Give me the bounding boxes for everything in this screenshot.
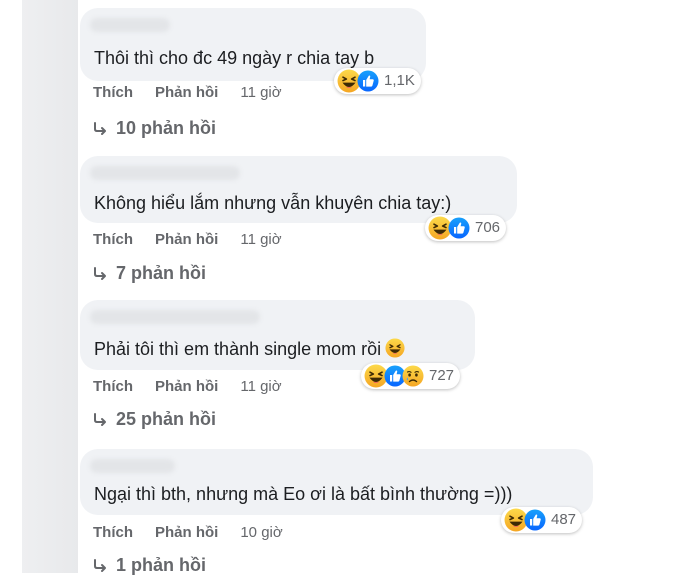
comment-item: Thôi thì cho đc 49 ngày r chia tay b 1,1… xyxy=(80,8,700,138)
reply-action[interactable]: Phản hồi xyxy=(155,524,218,541)
reaction-count: 1,1K xyxy=(384,72,415,89)
reaction-summary[interactable]: 727 xyxy=(361,363,461,389)
comment-item: Phải tôi thì em thành single mom rồi 727… xyxy=(80,300,700,429)
reaction-summary[interactable]: 487 xyxy=(501,507,583,533)
timestamp[interactable]: 11 giờ xyxy=(240,84,281,101)
blurred-author-name xyxy=(90,310,260,324)
replies-count-label: 10 phản hồi xyxy=(116,118,217,138)
comment-item: Không hiểu lắm nhưng vẫn khuyên chia tay… xyxy=(80,156,700,283)
reaction-summary[interactable]: 1,1K xyxy=(334,68,421,94)
like-action[interactable]: Thích xyxy=(93,231,133,248)
timestamp[interactable]: 10 giờ xyxy=(240,524,282,541)
reply-action[interactable]: Phản hồi xyxy=(155,378,218,395)
blurred-author-name xyxy=(90,166,240,180)
reaction-count: 706 xyxy=(475,219,501,236)
reply-arrow-icon xyxy=(94,412,106,426)
replies-count-label: 25 phản hồi xyxy=(116,409,217,429)
sad-icon xyxy=(402,365,424,387)
reaction-count: 487 xyxy=(551,511,577,528)
laughing-emoji-icon xyxy=(385,338,405,363)
reaction-count: 727 xyxy=(429,367,455,384)
blurred-avatar-column xyxy=(22,0,78,573)
comment-actions: Thích Phản hồi 11 giờ xyxy=(93,378,304,395)
like-action[interactable]: Thích xyxy=(93,524,133,541)
reply-action[interactable]: Phản hồi xyxy=(155,84,218,101)
blurred-author-name xyxy=(90,459,175,473)
comment-actions: Thích Phản hồi 11 giờ xyxy=(93,84,304,101)
comment-bubble: Phải tôi thì em thành single mom rồi 727 xyxy=(80,300,475,389)
comment-bubble: Không hiểu lắm nhưng vẫn khuyên chia tay… xyxy=(80,156,517,241)
timestamp[interactable]: 11 giờ xyxy=(240,378,281,395)
reaction-summary[interactable]: 706 xyxy=(425,215,507,241)
comment-bubble: Thôi thì cho đc 49 ngày r chia tay b 1,1… xyxy=(80,8,426,94)
comment-actions: Thích Phản hồi 10 giờ xyxy=(93,524,305,541)
like-action[interactable]: Thích xyxy=(93,378,133,395)
view-replies-link[interactable]: 10 phản hồi xyxy=(92,118,216,139)
comment-bubble: Ngại thì bth, nhưng mà Eo ơi là bất bình… xyxy=(80,449,593,533)
reply-arrow-icon xyxy=(94,558,106,572)
view-replies-link[interactable]: 7 phản hồi xyxy=(92,263,206,284)
like-icon xyxy=(524,509,546,531)
reply-action[interactable]: Phản hồi xyxy=(155,231,218,248)
comment-actions: Thích Phản hồi 11 giờ xyxy=(93,231,304,248)
comment-text: Ngại thì bth, nhưng mà Eo ơi là bất bình… xyxy=(94,484,513,504)
reply-arrow-icon xyxy=(94,266,106,280)
view-replies-link[interactable]: 25 phản hồi xyxy=(92,409,216,430)
like-action[interactable]: Thích xyxy=(93,84,133,101)
comment-item: Ngại thì bth, nhưng mà Eo ơi là bất bình… xyxy=(80,449,700,575)
reply-arrow-icon xyxy=(94,121,106,135)
comment-text: Phải tôi thì em thành single mom rồi xyxy=(94,338,405,363)
blurred-author-name xyxy=(90,18,170,32)
timestamp[interactable]: 11 giờ xyxy=(240,231,281,248)
comment-text: Thôi thì cho đc 49 ngày r chia tay b xyxy=(94,48,375,68)
comment-text: Không hiểu lắm nhưng vẫn khuyên chia tay… xyxy=(94,193,452,213)
like-icon xyxy=(357,70,379,92)
replies-count-label: 7 phản hồi xyxy=(116,263,206,283)
like-icon xyxy=(448,217,470,239)
